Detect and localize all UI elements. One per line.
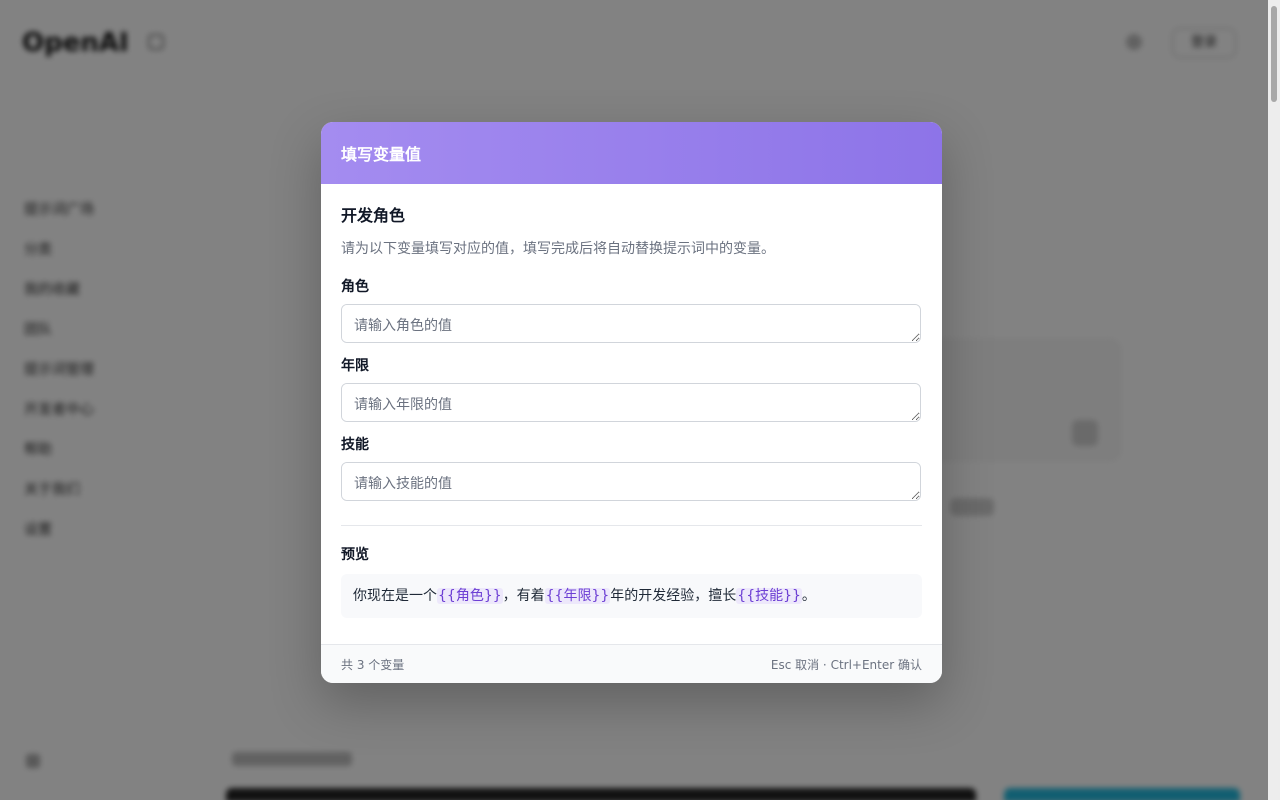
- page-scrollbar[interactable]: [1268, 0, 1280, 800]
- variable-fill-dialog: 填写变量值 开发角色 请为以下变量填写对应的值，填写完成后将自动替换提示词中的变…: [321, 122, 942, 683]
- dialog-description: 请为以下变量填写对应的值，填写完成后将自动替换提示词中的变量。: [341, 241, 775, 257]
- field-label-years: 年限: [341, 358, 369, 374]
- preview-text: 年的开发经验，擅长: [610, 588, 737, 604]
- dialog-title: 填写变量值: [341, 145, 422, 164]
- variable-count: 共 3 个变量: [341, 657, 405, 672]
- field-years: 年限: [341, 355, 922, 422]
- field-label-role: 角色: [341, 279, 369, 295]
- preview-text: 。: [801, 588, 816, 604]
- keyboard-shortcut-hint: Esc 取消 · Ctrl+Enter 确认: [770, 657, 922, 672]
- preview-variable-chip: {{年限}}: [544, 588, 611, 604]
- preview-variable-chip: {{角色}}: [437, 588, 503, 604]
- field-label-skills: 技能: [341, 437, 369, 453]
- field-role: 角色: [341, 276, 922, 343]
- section-divider: [341, 525, 922, 526]
- preview-box: 你现在是一个{{角色}}，有着{{年限}}年的开发经验，擅长{{技能}}。: [341, 574, 922, 618]
- preview-text: ，有着: [502, 588, 545, 604]
- dialog-body: 开发角色 请为以下变量填写对应的值，填写完成后将自动替换提示词中的变量。 角色 …: [321, 184, 942, 644]
- dialog-header: 填写变量值: [321, 122, 942, 184]
- preview-text: 你现在是一个: [353, 588, 437, 604]
- field-skills: 技能: [341, 434, 922, 501]
- dialog-footer: 共 3 个变量 Esc 取消 · Ctrl+Enter 确认: [321, 644, 942, 683]
- skills-input[interactable]: [341, 462, 921, 501]
- years-input[interactable]: [341, 383, 921, 422]
- role-input[interactable]: [341, 304, 921, 343]
- scrollbar-thumb[interactable]: [1271, 6, 1277, 102]
- prompt-title: 开发角色: [341, 206, 406, 225]
- preview-label: 预览: [341, 547, 369, 563]
- preview-variable-chip: {{技能}}: [736, 588, 802, 604]
